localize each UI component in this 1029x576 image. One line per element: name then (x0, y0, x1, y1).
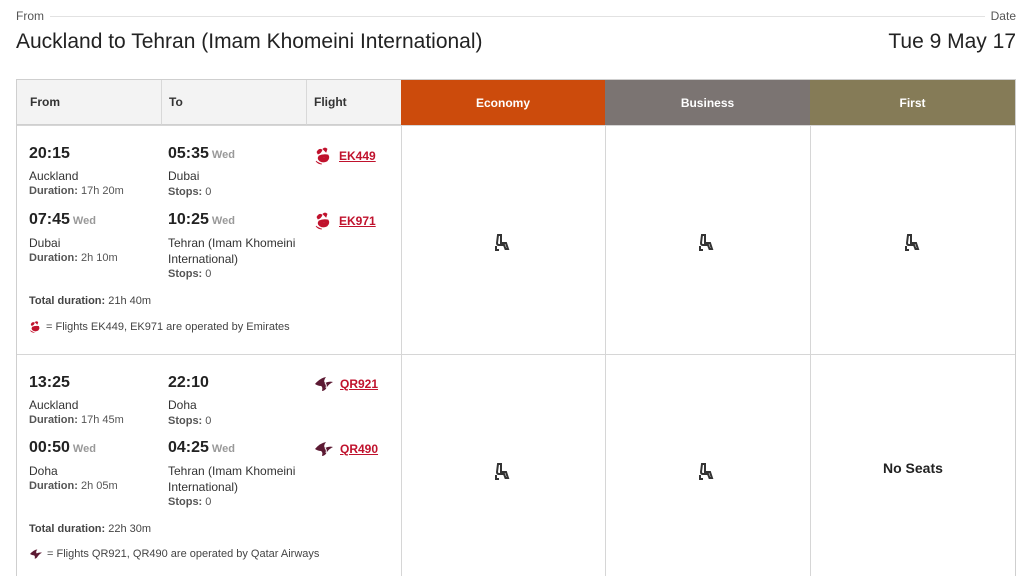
flight-number: EK449 (314, 146, 376, 166)
flight-results-table: From To Flight Economy Business First 20… (16, 79, 1016, 576)
arrival-time: 10:25 Wed (168, 211, 235, 228)
qatar-airways-logo-icon (315, 377, 333, 391)
flight-number: QR490 (314, 440, 378, 458)
arrival-city: Tehran (Imam Khomeini International) (168, 464, 296, 494)
leg-stops: Stops: 0 (168, 415, 212, 427)
emirates-logo-icon (30, 321, 40, 333)
emirates-logo-icon (315, 212, 330, 230)
arrival-time: 22:10 (168, 374, 209, 391)
operator-note: = Flights QR921, QR490 are operated by Q… (29, 548, 319, 560)
arrival-city: Doha (168, 398, 197, 412)
date-label: Date (984, 9, 1016, 23)
arrival-city: Tehran (Imam Khomeini International) (168, 236, 296, 266)
seat-icon[interactable] (699, 234, 715, 252)
leg-duration: Duration: 2h 10m (29, 252, 118, 264)
from-label: From (16, 9, 50, 23)
leg-duration: Duration: 17h 45m (29, 414, 124, 426)
divider (17, 125, 1015, 126)
arrival-city: Dubai (168, 169, 200, 183)
no-seats-label: No Seats (883, 460, 943, 476)
column-header-economy[interactable]: Economy (401, 80, 605, 125)
flight-link[interactable]: QR490 (340, 442, 378, 456)
flight-link[interactable]: EK449 (339, 149, 376, 163)
departure-city: Auckland (29, 169, 79, 183)
travel-date: Tue 9 May 17 (888, 30, 1016, 53)
qatar-airways-logo-icon (315, 442, 333, 456)
column-header-business[interactable]: Business (605, 80, 810, 125)
departure-time: 20:15 (29, 145, 70, 162)
leg-duration: Duration: 2h 05m (29, 480, 118, 492)
column-header-from: From (17, 80, 162, 125)
seat-icon[interactable] (495, 463, 511, 481)
flight-link[interactable]: EK971 (339, 214, 376, 228)
divider (16, 16, 1016, 17)
leg-stops: Stops: 0 (168, 186, 212, 198)
column-header-flight: Flight (307, 80, 401, 125)
departure-time: 00:50 Wed (29, 439, 96, 456)
seat-icon[interactable] (905, 234, 921, 252)
column-header-to: To (162, 80, 307, 125)
divider (810, 125, 811, 576)
flight-number: QR921 (314, 375, 378, 393)
divider (605, 125, 606, 576)
arrival-time: 05:35 Wed (168, 145, 235, 162)
qatar-airways-logo-icon (30, 549, 42, 559)
leg-stops: Stops: 0 (168, 268, 212, 280)
total-duration: Total duration: 22h 30m (29, 523, 152, 535)
column-header-first[interactable]: First (810, 80, 1015, 125)
departure-time: 13:25 (29, 374, 70, 391)
divider (401, 125, 402, 576)
flight-number: EK971 (314, 211, 376, 231)
leg-duration: Duration: 17h 20m (29, 185, 124, 197)
route-title: Auckland to Tehran (Imam Khomeini Intern… (16, 30, 483, 53)
leg-stops: Stops: 0 (168, 496, 212, 508)
departure-city: Dubai (29, 236, 61, 250)
arrival-time: 04:25 Wed (168, 439, 235, 456)
divider (17, 354, 1015, 355)
emirates-logo-icon (315, 147, 330, 165)
operator-note: = Flights EK449, EK971 are operated by E… (29, 320, 290, 334)
flight-link[interactable]: QR921 (340, 377, 378, 391)
total-duration: Total duration: 21h 40m (29, 295, 152, 307)
departure-time: 07:45 Wed (29, 211, 96, 228)
seat-icon[interactable] (699, 463, 715, 481)
departure-city: Doha (29, 464, 58, 478)
search-summary-rule: From Date (16, 9, 1016, 23)
departure-city: Auckland (29, 398, 79, 412)
seat-icon[interactable] (495, 234, 511, 252)
